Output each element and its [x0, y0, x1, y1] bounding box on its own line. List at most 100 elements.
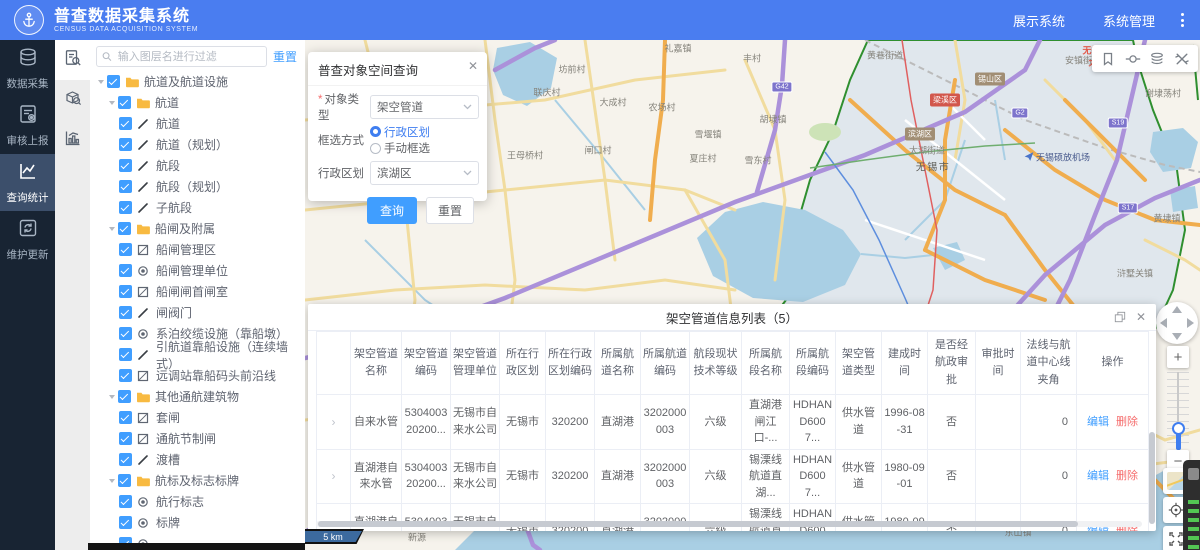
- layer-tree-node[interactable]: 航标及标志标牌: [90, 470, 305, 491]
- reset-button[interactable]: 重置: [426, 197, 474, 224]
- layer-checkbox[interactable]: [119, 495, 132, 508]
- layer-checkbox[interactable]: [119, 369, 132, 382]
- header-nav-display-system[interactable]: 展示系统: [1013, 11, 1065, 30]
- delete-link[interactable]: 删除: [1116, 470, 1138, 482]
- subtool-layer-query[interactable]: [55, 40, 90, 80]
- doc-gear-icon: [17, 103, 39, 130]
- expand-caret-icon[interactable]: [107, 395, 118, 399]
- subtool-spatial-query[interactable]: [55, 80, 90, 120]
- pan-west-icon[interactable]: [1160, 318, 1167, 328]
- layer-checkbox[interactable]: [119, 432, 132, 445]
- expand-caret-icon[interactable]: [107, 479, 118, 483]
- layer-tree-node[interactable]: 闸阀门: [90, 302, 305, 323]
- pan-south-icon[interactable]: [1172, 333, 1182, 340]
- layer-label: 船闸管理单位: [156, 262, 228, 279]
- layer-checkbox[interactable]: [119, 327, 132, 340]
- measure-icon[interactable]: [1125, 51, 1141, 67]
- layer-checkbox[interactable]: [119, 306, 132, 319]
- dialog-close-icon[interactable]: ✕: [468, 60, 478, 72]
- horizontal-scrollbar-thumb[interactable]: [318, 521, 1078, 527]
- basemap-switcher-flyout[interactable]: [1183, 460, 1200, 550]
- layer-checkbox[interactable]: [118, 474, 131, 487]
- column-header: 所属航道编码: [641, 332, 690, 395]
- box-mode-radio[interactable]: 行政区划: [370, 124, 430, 140]
- layer-checkbox[interactable]: [119, 180, 132, 193]
- layer-tree-node[interactable]: 其他通航建筑物: [90, 386, 305, 407]
- layer-tree-node[interactable]: 通航节制闸: [90, 428, 305, 449]
- close-icon[interactable]: ✕: [1136, 310, 1146, 324]
- compass-control[interactable]: [1156, 302, 1198, 344]
- layers-icon[interactable]: [1149, 51, 1165, 67]
- edit-link[interactable]: 编辑: [1087, 470, 1109, 482]
- line-icon: [137, 454, 152, 466]
- row-expand-icon[interactable]: ›: [317, 395, 351, 450]
- horizontal-scrollbar[interactable]: [316, 521, 1142, 527]
- layer-tree-node[interactable]: 船闸管理单位: [90, 260, 305, 281]
- layer-tree-node[interactable]: 航段（规划）: [90, 176, 305, 197]
- object-type-select[interactable]: 架空管道: [370, 95, 479, 119]
- pan-north-icon[interactable]: [1172, 306, 1182, 313]
- layer-reset-link[interactable]: 重置: [273, 48, 297, 65]
- sidebar-item-query-statistics[interactable]: 查询统计: [0, 154, 55, 211]
- layer-tree-node[interactable]: 航道: [90, 113, 305, 134]
- more-menu-icon[interactable]: [1181, 13, 1184, 27]
- edit-link[interactable]: 编辑: [1087, 416, 1109, 428]
- object-type-value: 架空管道: [377, 99, 463, 115]
- subtool-statistic-chart[interactable]: [55, 120, 90, 160]
- sidebar-item-maintenance-update[interactable]: 维护更新: [0, 211, 55, 268]
- layer-tree-node[interactable]: 航段: [90, 155, 305, 176]
- district-select[interactable]: 滨湖区: [370, 161, 479, 185]
- layer-tree-node[interactable]: 子航段: [90, 197, 305, 218]
- layer-label: 标牌: [156, 514, 180, 531]
- app-title-block: 普查数据采集系统 CENSUS DATA ACQUISITION SYSTEM: [54, 8, 198, 33]
- layer-checkbox[interactable]: [118, 222, 131, 235]
- layer-checkbox[interactable]: [119, 453, 132, 466]
- layer-checkbox[interactable]: [119, 117, 132, 130]
- layer-tree-node[interactable]: 船闸管理区: [90, 239, 305, 260]
- sub-sidebar: [55, 40, 90, 550]
- layer-checkbox[interactable]: [118, 96, 131, 109]
- layer-filter-input[interactable]: [116, 50, 261, 64]
- box-mode-radio[interactable]: 手动框选: [370, 140, 430, 156]
- layer-tree-node[interactable]: 渡槽: [90, 449, 305, 470]
- sidebar-item-data-collection[interactable]: 数据采集: [0, 40, 55, 97]
- layer-tree-node[interactable]: 标牌: [90, 512, 305, 533]
- layer-checkbox[interactable]: [119, 201, 132, 214]
- pan-east-icon[interactable]: [1187, 318, 1194, 328]
- expand-caret-icon[interactable]: [107, 227, 118, 231]
- layer-checkbox[interactable]: [119, 348, 132, 361]
- layer-tree-node[interactable]: 套闸: [90, 407, 305, 428]
- header-nav-system-admin[interactable]: 系统管理: [1103, 11, 1155, 30]
- layer-tree-node[interactable]: 航道: [90, 92, 305, 113]
- layer-checkbox[interactable]: [119, 285, 132, 298]
- layer-checkbox[interactable]: [119, 138, 132, 151]
- layer-checkbox[interactable]: [119, 159, 132, 172]
- expand-caret-icon[interactable]: [107, 101, 118, 105]
- vertical-scrollbar-thumb[interactable]: [1149, 432, 1155, 524]
- layer-checkbox[interactable]: [107, 75, 120, 88]
- layer-panel: 重置 航道及航道设施航道航道航道（规划）航段航段（规划）子航段船闸及附属船闸管理…: [90, 40, 305, 550]
- expand-caret-icon[interactable]: [96, 80, 107, 84]
- layer-checkbox[interactable]: [119, 264, 132, 277]
- query-button[interactable]: 查询: [367, 197, 417, 224]
- layer-tree-node[interactable]: 船闸及附属: [90, 218, 305, 239]
- bookmark-icon[interactable]: [1100, 51, 1116, 67]
- layer-checkbox[interactable]: [119, 243, 132, 256]
- layer-tree-node[interactable]: 远调站靠船码头前沿线: [90, 365, 305, 386]
- result-panel-title: 架空管道信息列表（5）: [308, 304, 1156, 330]
- layer-checkbox[interactable]: [119, 411, 132, 424]
- layer-checkbox[interactable]: [119, 516, 132, 529]
- layer-tree-node[interactable]: 引航道靠船设施（连续墙式）: [90, 344, 305, 365]
- layer-tree-node[interactable]: 航行标志: [90, 491, 305, 512]
- zoom-in-button[interactable]: +: [1167, 346, 1189, 368]
- zoom-slider-handle[interactable]: [1172, 422, 1185, 435]
- maximize-icon[interactable]: [1114, 311, 1126, 323]
- delete-link[interactable]: 删除: [1116, 416, 1138, 428]
- layer-tree-node[interactable]: 船闸闸首闸室: [90, 281, 305, 302]
- clear-icon[interactable]: [1174, 51, 1190, 67]
- row-expand-icon[interactable]: ›: [317, 449, 351, 504]
- layer-tree-node[interactable]: 航道（规划）: [90, 134, 305, 155]
- sidebar-item-review-report[interactable]: 审核上报: [0, 97, 55, 154]
- layer-tree-node[interactable]: 航道及航道设施: [90, 71, 305, 92]
- layer-checkbox[interactable]: [118, 390, 131, 403]
